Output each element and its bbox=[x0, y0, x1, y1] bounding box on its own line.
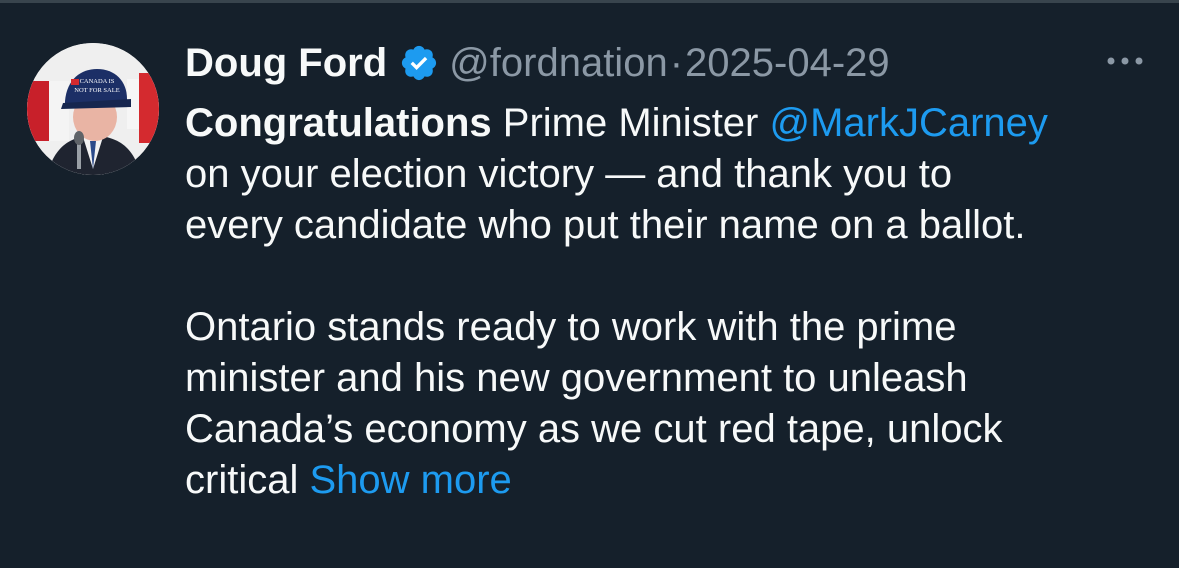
avatar-photo: CANADA IS NOT FOR SALE bbox=[27, 43, 159, 175]
more-horizontal-icon[interactable] bbox=[1101, 46, 1149, 76]
tweet-text-line: Ontario stands ready to work with the pr… bbox=[185, 305, 957, 349]
tweet-text-segment: Prime Minister bbox=[491, 101, 770, 145]
tweet-text: Congratulations Prime Minister @MarkJCar… bbox=[185, 98, 1165, 506]
top-divider bbox=[0, 0, 1179, 3]
author-handle[interactable]: @fordnation bbox=[449, 38, 668, 88]
mention-link[interactable]: @MarkJCarney bbox=[769, 101, 1047, 145]
tweet-paragraph-2: Ontario stands ready to work with the pr… bbox=[185, 302, 1165, 506]
tweet-text-line: Canada’s economy as we cut red tape, unl… bbox=[185, 407, 1003, 451]
show-more-link[interactable]: Show more bbox=[309, 458, 511, 502]
verified-badge-icon[interactable] bbox=[399, 43, 439, 83]
tweet-date[interactable]: 2025-04-29 bbox=[685, 38, 890, 88]
tweet-paragraph-1: Congratulations Prime Minister @MarkJCar… bbox=[185, 98, 1165, 251]
tweet-text-line: on your election victory — and thank you… bbox=[185, 152, 953, 196]
avatar-cap-text-line1: CANADA IS bbox=[80, 78, 115, 85]
tweet-text-line: minister and his new government to unlea… bbox=[185, 356, 968, 400]
author-name[interactable]: Doug Ford bbox=[185, 38, 387, 88]
avatar-cap-text-line2: NOT FOR SALE bbox=[74, 87, 119, 94]
tweet-bold-word: Congratulations bbox=[185, 101, 492, 145]
tweet-text-line: every candidate who put their name on a … bbox=[185, 203, 1026, 247]
tweet-text-line: critical bbox=[185, 458, 310, 502]
tweet-header: Doug Ford @fordnation · 2025-04-29 bbox=[185, 38, 890, 88]
avatar[interactable]: CANADA IS NOT FOR SALE bbox=[27, 43, 159, 175]
header-separator: · bbox=[669, 41, 684, 85]
